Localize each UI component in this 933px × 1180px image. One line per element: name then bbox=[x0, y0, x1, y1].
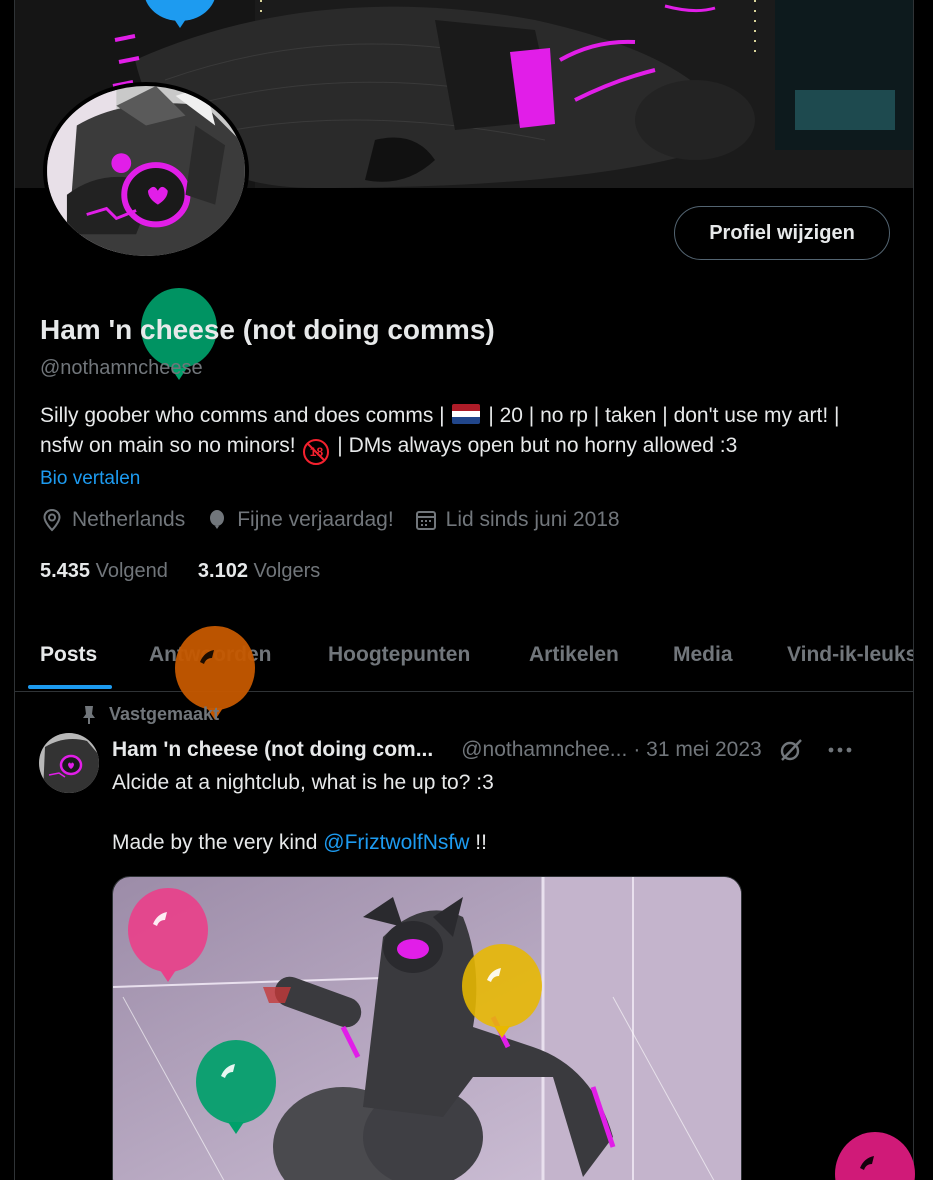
joined-item: Lid sinds juni 2018 bbox=[414, 508, 620, 532]
following-count: 5.435 bbox=[40, 560, 91, 582]
profile-meta: Netherlands Fijne verjaardag! Lid sinds … bbox=[40, 508, 640, 532]
following-link[interactable]: 5.435 Volgend bbox=[40, 560, 168, 583]
tab-media-label: Media bbox=[673, 643, 733, 666]
tab-articles[interactable]: Artikelen bbox=[529, 618, 619, 692]
post-author-handle[interactable]: @nothamnchee... bbox=[461, 738, 627, 762]
balloon-icon bbox=[835, 1132, 915, 1180]
profile-column: Profiel wijzigen Ham 'n cheese (not doin… bbox=[14, 0, 914, 1180]
no-under-18-icon: 18 bbox=[303, 439, 330, 465]
tab-highlights[interactable]: Hoogtepunten bbox=[328, 618, 470, 692]
mention-link[interactable]: @FriztwolfNsfw bbox=[323, 831, 469, 854]
balloon-icon bbox=[196, 1040, 276, 1134]
post-avatar-artwork bbox=[39, 733, 99, 793]
profile-tabs: Posts Antwoorden Hoogtepunten Artikelen … bbox=[15, 618, 914, 692]
birthday-item: Fijne verjaardag! bbox=[205, 508, 394, 532]
pinned-label: Vastgemaakt bbox=[109, 704, 220, 724]
translate-bio-link[interactable]: Bio vertalen bbox=[40, 468, 140, 490]
edit-profile-button[interactable]: Profiel wijzigen bbox=[674, 206, 890, 260]
more-icon[interactable] bbox=[828, 746, 852, 754]
tab-posts-label: Posts bbox=[40, 643, 98, 666]
profile-handle: @nothamncheese bbox=[40, 357, 203, 379]
tab-media[interactable]: Media bbox=[673, 618, 733, 692]
followers-link[interactable]: 3.102 Volgers bbox=[198, 560, 320, 583]
post-text-suffix: !! bbox=[475, 831, 487, 854]
followers-count: 3.102 bbox=[197, 560, 248, 582]
pin-icon bbox=[83, 705, 95, 724]
location-item: Netherlands bbox=[40, 508, 185, 532]
grok-icon[interactable] bbox=[778, 737, 804, 763]
post-author-avatar[interactable] bbox=[39, 733, 99, 793]
birthday-text: Fijne verjaardag! bbox=[237, 508, 394, 531]
post-text-line-2: Made by the very kind @FriztwolfNsfw !! bbox=[112, 828, 872, 858]
pinned-indicator: Vastgemaakt bbox=[81, 704, 219, 725]
post-date[interactable]: · 31 mei 2023 bbox=[633, 738, 761, 762]
balloon-icon bbox=[128, 888, 208, 982]
profile-avatar[interactable] bbox=[43, 82, 249, 260]
post-author-name[interactable]: Ham 'n cheese (not doing com... bbox=[112, 738, 433, 762]
profile-display-name: Ham 'n cheese (not doing comms) bbox=[40, 314, 495, 345]
tab-highlights-label: Hoogtepunten bbox=[328, 643, 471, 666]
post-text: Alcide at a nightclub, what is he up to?… bbox=[112, 768, 872, 858]
tab-active-indicator bbox=[28, 685, 112, 689]
follow-stats: 5.435 Volgend 3.102 Volgers bbox=[40, 560, 350, 583]
tab-likes-label: Vind-ik-leuks bbox=[787, 643, 914, 666]
balloon-icon bbox=[462, 944, 542, 1038]
netherlands-flag-icon bbox=[452, 404, 481, 424]
tab-posts[interactable]: Posts bbox=[40, 618, 97, 692]
bio-text-1: Silly goober who comms and does comms | bbox=[40, 404, 445, 427]
following-label: Volgend bbox=[95, 560, 168, 582]
bio-text-3: | DMs always open but no horny allowed :… bbox=[337, 434, 738, 457]
post-header: Ham 'n cheese (not doing com... @nothamn… bbox=[112, 735, 902, 765]
post-text-prefix: Made by the very kind bbox=[112, 831, 318, 854]
avatar-artwork bbox=[47, 86, 245, 256]
calendar-icon bbox=[415, 511, 436, 530]
tab-articles-label: Artikelen bbox=[529, 643, 619, 666]
location-text: Netherlands bbox=[72, 508, 186, 531]
balloon-icon bbox=[145, 0, 215, 28]
followers-label: Volgers bbox=[253, 560, 321, 582]
profile-bio: Silly goober who comms and does comms | … bbox=[40, 401, 880, 465]
joined-text: Lid sinds juni 2018 bbox=[445, 508, 620, 531]
location-icon bbox=[43, 508, 61, 532]
post-text-line-1: Alcide at a nightclub, what is he up to?… bbox=[112, 771, 494, 794]
balloon-icon bbox=[210, 510, 225, 529]
tab-likes[interactable]: Vind-ik-leuks bbox=[787, 618, 914, 692]
